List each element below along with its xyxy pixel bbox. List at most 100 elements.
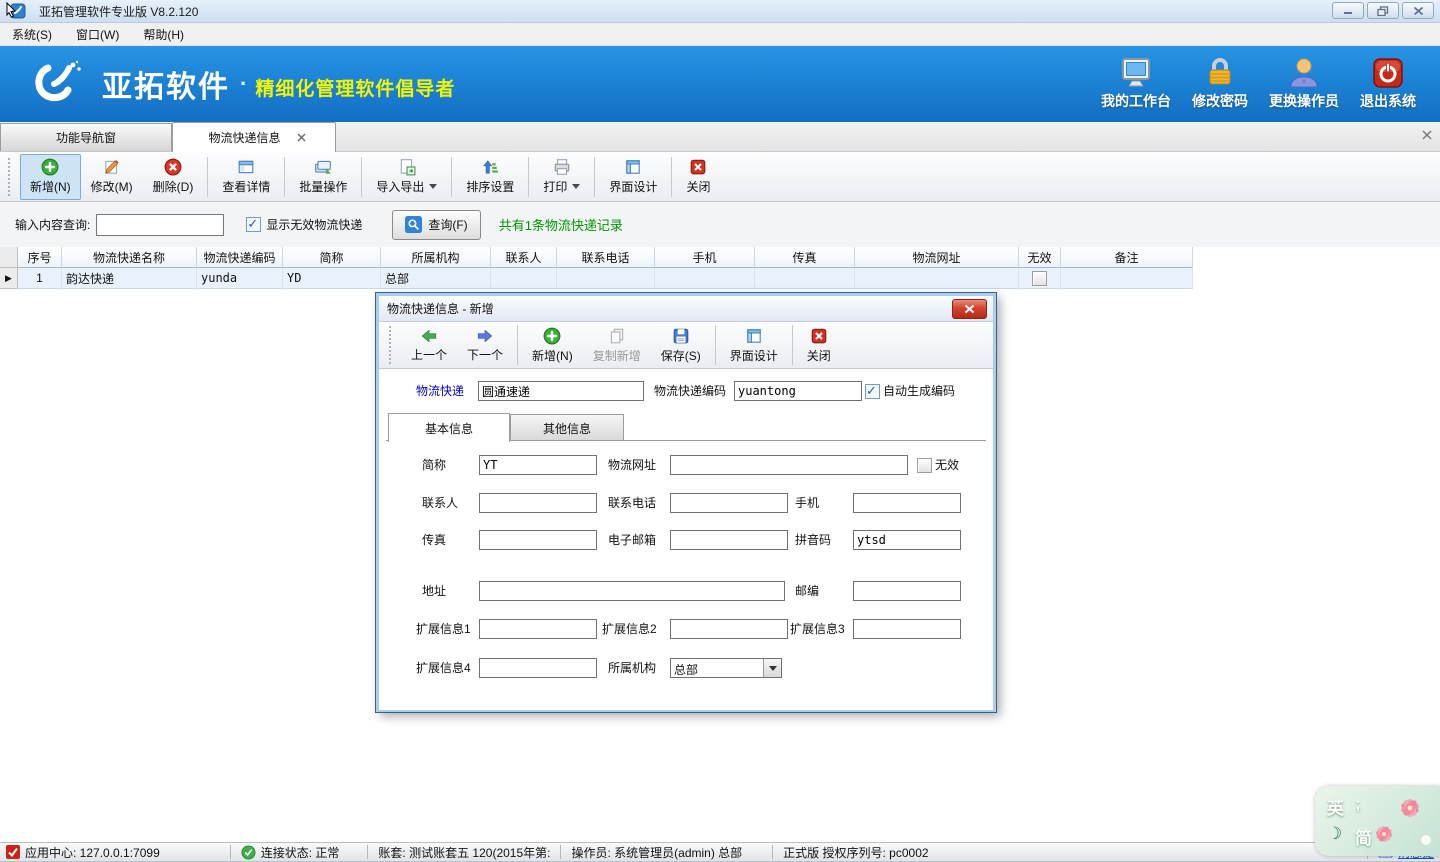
ext1-input[interactable] bbox=[479, 619, 597, 639]
my-workbench-button[interactable]: 我的工作台 bbox=[1094, 57, 1178, 111]
account-status: 账套: 测试账套五 120(2015年第: bbox=[378, 844, 550, 861]
connection-ok-icon bbox=[241, 845, 256, 860]
batch-operation-button[interactable]: 批量操作 bbox=[289, 154, 357, 200]
main-toolbar: 新增(N) 修改(M) 删除(D) 查看详情 批量操作 导入导出 排序设置 bbox=[0, 152, 1440, 202]
column-header[interactable]: 序号 bbox=[18, 247, 62, 268]
tab-basic-info[interactable]: 基本信息 bbox=[388, 413, 510, 442]
column-header[interactable]: 物流快递名称 bbox=[62, 247, 197, 268]
column-header[interactable]: 简称 bbox=[283, 247, 381, 268]
save-button[interactable]: 保存(S) bbox=[651, 322, 711, 368]
ext4-input[interactable] bbox=[479, 658, 597, 678]
close-tab-button[interactable]: 关闭 bbox=[676, 154, 720, 200]
ext2-input[interactable] bbox=[670, 619, 788, 639]
sort-icon bbox=[481, 158, 499, 176]
dialog-title: 物流快递信息 - 新增 bbox=[387, 300, 494, 317]
autogen-code-checkbox[interactable] bbox=[865, 384, 880, 399]
minimize-button[interactable] bbox=[1332, 2, 1364, 19]
edit-button[interactable]: 修改(M) bbox=[81, 154, 143, 200]
sort-settings-button[interactable]: 排序设置 bbox=[456, 154, 524, 200]
menu-window[interactable]: 窗口(W) bbox=[64, 23, 131, 45]
toolbar-separator bbox=[792, 325, 793, 365]
cell-code: yunda bbox=[197, 268, 283, 289]
column-header[interactable]: 物流网址 bbox=[855, 247, 1019, 268]
website-input[interactable] bbox=[670, 455, 908, 475]
brand-block: 亚拓软件 · 精细化管理软件倡导者 bbox=[30, 58, 455, 110]
delete-button[interactable]: 删除(D) bbox=[143, 154, 204, 200]
switch-operator-button[interactable]: 更换操作员 bbox=[1262, 57, 1346, 111]
ext4-label: 扩展信息4 bbox=[416, 658, 471, 678]
copy-add-button[interactable]: 复制新增 bbox=[583, 322, 651, 368]
previous-button[interactable]: 上一个 bbox=[401, 322, 457, 368]
dialog-add-button[interactable]: 新增(N) bbox=[522, 322, 583, 368]
next-button[interactable]: 下一个 bbox=[457, 322, 513, 368]
column-header[interactable]: 物流快递编码 bbox=[197, 247, 283, 268]
show-invalid-checkbox[interactable] bbox=[246, 217, 261, 232]
dialog-invalid-checkbox[interactable] bbox=[917, 458, 932, 473]
ext3-input[interactable] bbox=[853, 619, 961, 639]
menu-help[interactable]: 帮助(H) bbox=[131, 23, 196, 45]
print-button[interactable]: 打印 bbox=[533, 154, 590, 200]
search-button[interactable]: 查询(F) bbox=[392, 210, 480, 240]
phone-input[interactable] bbox=[670, 493, 788, 513]
close-tab-icon[interactable] bbox=[297, 133, 306, 142]
close-all-tabs-icon[interactable] bbox=[1422, 129, 1432, 143]
exit-system-button[interactable]: 退出系统 bbox=[1346, 57, 1430, 111]
query-input[interactable] bbox=[96, 214, 224, 236]
ime-language-button[interactable]: 英 bbox=[1327, 794, 1344, 819]
column-header[interactable]: 无效 bbox=[1019, 247, 1061, 268]
window-title: 亚拓管理软件专业版 V8.2.120 bbox=[39, 3, 198, 20]
dropdown-button[interactable] bbox=[763, 659, 781, 677]
menu-system[interactable]: 系统(S) bbox=[0, 23, 64, 45]
change-password-button[interactable]: 修改密码 bbox=[1178, 57, 1262, 111]
dialog-close-toolbar-button[interactable]: 关闭 bbox=[797, 322, 841, 368]
contact-label: 联系人 bbox=[422, 493, 458, 513]
column-header[interactable]: 备注 bbox=[1061, 247, 1193, 268]
short-name-input[interactable] bbox=[479, 455, 597, 475]
express-code-input[interactable] bbox=[734, 381, 862, 401]
app-window: 亚拓管理软件专业版 V8.2.120 系统(S) 窗口(W) 帮助(H) 亚拓软… bbox=[0, 0, 1440, 862]
tab-other-info[interactable]: 其他信息 bbox=[510, 414, 624, 441]
ime-simplified-button[interactable]: 简 bbox=[1355, 824, 1372, 849]
express-name-input[interactable] bbox=[478, 381, 644, 401]
column-header[interactable]: 联系人 bbox=[491, 247, 557, 268]
import-export-button[interactable]: 导入导出 bbox=[366, 154, 447, 200]
ime-moon-icon[interactable]: ☽ bbox=[1327, 824, 1342, 844]
ext2-label: 扩展信息2 bbox=[602, 619, 657, 639]
table-row[interactable]: ▶ 1 韵达快递 yunda YD 总部 bbox=[0, 268, 1440, 289]
window-titlebar: 亚拓管理软件专业版 V8.2.120 bbox=[0, 0, 1440, 23]
mobile-input[interactable] bbox=[853, 493, 961, 513]
brand-slogan: 精细化管理软件倡导者 bbox=[255, 68, 455, 101]
close-box-icon bbox=[689, 158, 707, 176]
zip-input[interactable] bbox=[853, 581, 961, 601]
status-separator bbox=[772, 845, 773, 859]
org-dropdown[interactable]: 总部 bbox=[670, 658, 782, 678]
operator-icon bbox=[1287, 57, 1321, 89]
invalid-checkbox[interactable] bbox=[1032, 271, 1047, 286]
contact-input[interactable] bbox=[479, 493, 597, 513]
app-center-status: 应用中心: 127.0.0.1:7099 bbox=[6, 844, 160, 861]
pinyin-label: 拼音码 bbox=[795, 530, 831, 550]
tab-function-navigator[interactable]: 功能导航窗 bbox=[0, 123, 172, 151]
column-header[interactable]: 所属机构 bbox=[381, 247, 491, 268]
view-details-button[interactable]: 查看详情 bbox=[212, 154, 280, 200]
address-input[interactable] bbox=[479, 581, 785, 601]
ui-design-button[interactable]: 界面设计 bbox=[599, 154, 667, 200]
dialog-titlebar: 物流快递信息 - 新增 bbox=[379, 296, 993, 322]
org-label: 所属机构 bbox=[608, 658, 656, 678]
close-button[interactable] bbox=[1402, 2, 1434, 19]
email-input[interactable] bbox=[670, 530, 788, 550]
express-code-label: 物流快递编码 bbox=[654, 381, 726, 401]
column-header[interactable]: 传真 bbox=[755, 247, 855, 268]
fax-input[interactable] bbox=[479, 530, 597, 550]
toolbar-separator bbox=[594, 157, 595, 197]
dialog-close-button[interactable] bbox=[952, 299, 987, 319]
column-header[interactable]: 联系电话 bbox=[557, 247, 655, 268]
pinyin-input[interactable] bbox=[853, 530, 961, 550]
tab-logistics-express-info[interactable]: 物流快递信息 bbox=[172, 122, 336, 152]
dialog-ui-design-button[interactable]: 界面设计 bbox=[720, 322, 788, 368]
restore-button[interactable] bbox=[1367, 2, 1399, 19]
ime-punctuation-button[interactable]: ; bbox=[1355, 794, 1361, 814]
column-header[interactable]: 手机 bbox=[655, 247, 755, 268]
toolbar-separator bbox=[361, 157, 362, 197]
add-button[interactable]: 新增(N) bbox=[20, 154, 81, 200]
